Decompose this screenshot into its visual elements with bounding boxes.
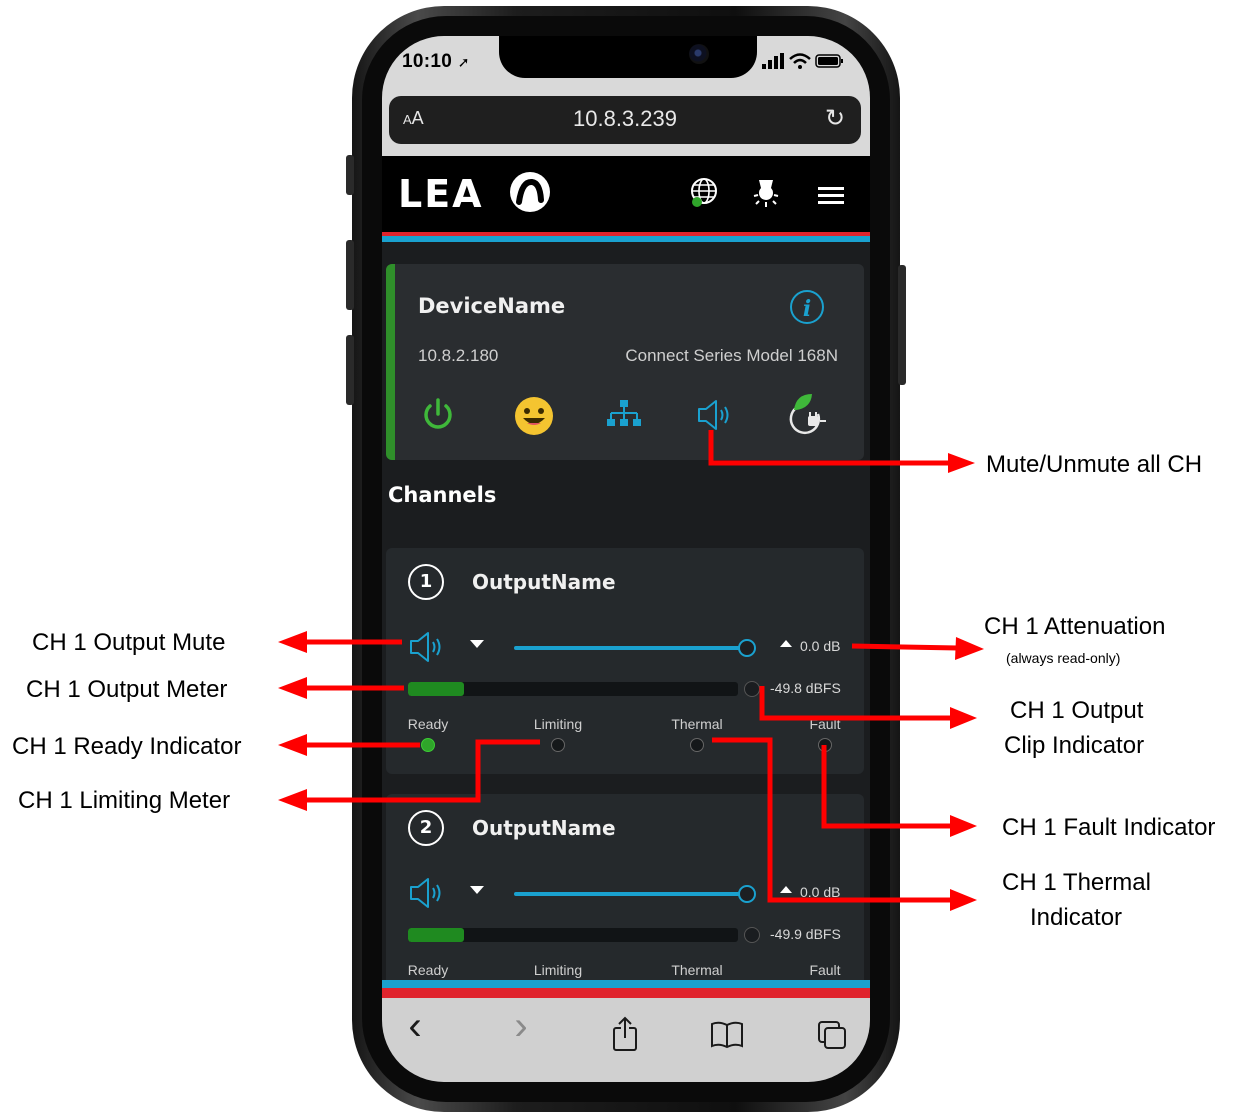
callout-arrows (278, 430, 984, 911)
callout-ch1-clip-line1: CH 1 Output (1010, 697, 1144, 724)
callout-ch1-clip-line2: Clip Indicator (1004, 732, 1145, 759)
callout-mute-all: Mute/Unmute all CH (986, 451, 1203, 478)
callout-ch1-output-mute: CH 1 Output Mute (32, 629, 226, 656)
callout-ch1-output-meter: CH 1 Output Meter (26, 676, 228, 703)
callout-ch1-limiting: CH 1 Limiting Meter (18, 787, 231, 814)
callout-ch1-ready: CH 1 Ready Indicator (12, 733, 242, 760)
callout-ch1-fault: CH 1 Fault Indicator (1002, 814, 1216, 841)
callout-ch1-attenuation: CH 1 Attenuation (984, 613, 1166, 640)
callout-ch1-thermal-line1: CH 1 Thermal (1002, 869, 1151, 896)
callout-ch1-attenuation-note: (always read-only) (1006, 650, 1121, 666)
callout-ch1-thermal-line2: Indicator (1030, 904, 1123, 931)
